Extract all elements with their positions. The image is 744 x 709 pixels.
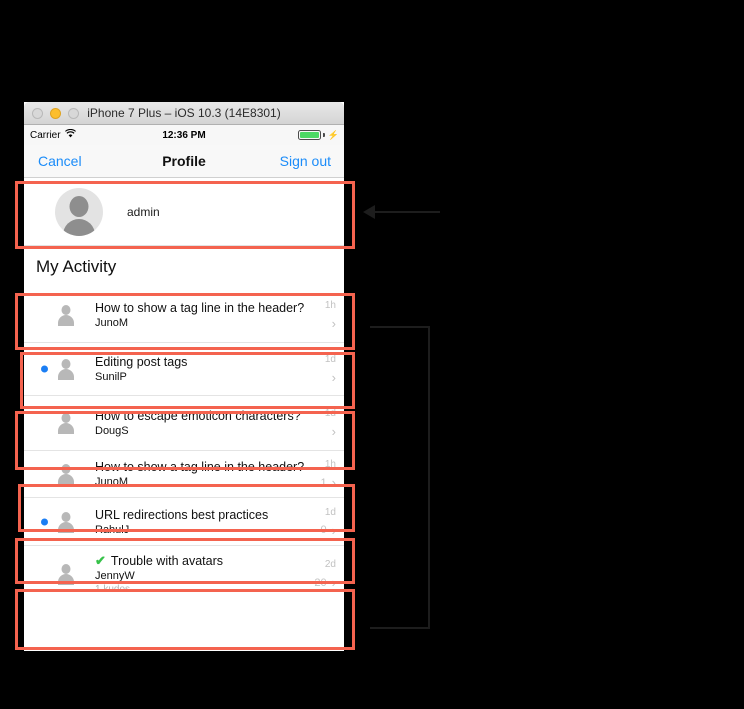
activity-timestamp: 1d	[324, 354, 336, 365]
activity-title: URL redirections best practices	[95, 507, 269, 522]
ios-simulator-window: iPhone 7 Plus – iOS 10.3 (14E8301) Carri…	[24, 102, 344, 651]
activity-timestamp: 1h	[324, 459, 336, 470]
activity-author: JennyW	[95, 569, 135, 582]
status-bar-clock: 12:36 PM	[162, 129, 206, 141]
window-titlebar: iPhone 7 Plus – iOS 10.3 (14E8301)	[24, 102, 344, 125]
callout-arrow-profile	[363, 205, 375, 219]
profile-screen-content: admin My Activity How to show a tag line…	[24, 178, 344, 651]
battery-icon	[298, 130, 322, 140]
callout-bracket-side	[428, 326, 430, 629]
charging-bolt-icon: ⚡	[327, 129, 339, 140]
callout-bracket-bottom	[370, 627, 430, 629]
chevron-right-icon: ›	[331, 475, 336, 490]
activity-author: JunoM	[95, 476, 129, 488]
unread-indicator-dot	[41, 365, 48, 373]
chevron-right-icon: ›	[331, 424, 336, 439]
activity-author: RahulJ	[95, 523, 130, 536]
chevron-right-icon: ›	[331, 370, 336, 385]
screenshot-canvas: iPhone 7 Plus – iOS 10.3 (14E8301) Carri…	[0, 0, 744, 709]
section-header-my-activity: My Activity	[24, 246, 344, 288]
user-avatar-icon	[55, 412, 77, 434]
solved-check-icon: ✔	[95, 553, 106, 568]
section-heading-label: My Activity	[36, 257, 117, 276]
activity-row[interactable]: URL redirections best practices RahulJ 1…	[24, 498, 344, 546]
activity-author: DougS	[95, 425, 129, 437]
activity-kudos: 1 kudos	[95, 583, 131, 595]
activity-title: Trouble with avatars	[110, 553, 223, 568]
activity-row[interactable]: How to show a tag line in the header? Ju…	[24, 288, 344, 343]
user-avatar-icon	[55, 463, 77, 485]
user-avatar-icon	[55, 187, 103, 236]
activity-author: SunilP	[95, 371, 127, 383]
zoom-button[interactable]	[68, 107, 79, 119]
activity-row[interactable]: How to show a tag line in the header? Ju…	[24, 451, 344, 498]
user-avatar-icon	[55, 358, 77, 380]
activity-row[interactable]: Editing post tags SunilP 1d ›	[24, 343, 344, 396]
profile-cell[interactable]: admin	[24, 178, 344, 246]
close-button[interactable]	[32, 107, 43, 119]
callout-line-profile	[375, 211, 440, 213]
user-avatar-icon	[55, 511, 77, 533]
user-avatar-icon	[55, 304, 77, 326]
unread-indicator-dot	[41, 518, 48, 525]
callout-bracket-top	[370, 326, 430, 328]
activity-reply-count: 1	[320, 476, 327, 489]
activity-title: Editing post tags	[95, 355, 188, 369]
navigation-bar: Cancel Profile Sign out	[24, 145, 344, 178]
activity-reply-count: 0	[320, 524, 327, 536]
minimize-button[interactable]	[50, 107, 61, 119]
activity-row[interactable]: ✔ Trouble with avatars JennyW 1 kudos 2d…	[24, 546, 344, 602]
activity-title: How to show a tag line in the header?	[95, 301, 305, 315]
activity-reply-count: 20	[314, 576, 327, 589]
window-traffic-lights	[32, 107, 79, 119]
activity-title: How to show a tag line in the header?	[95, 460, 305, 474]
battery-nub-icon	[323, 133, 325, 137]
chevron-right-icon: ›	[331, 316, 336, 331]
chevron-right-icon: ›	[331, 522, 336, 538]
user-avatar-icon	[55, 563, 77, 585]
profile-username: admin	[127, 204, 160, 219]
activity-timestamp: 2d	[324, 559, 336, 570]
chevron-right-icon: ›	[331, 575, 336, 590]
activity-timestamp: 1d	[324, 506, 336, 518]
activity-author: JunoM	[95, 317, 129, 329]
ios-status-bar: Carrier 12:36 PM ⚡	[24, 125, 344, 145]
activity-timestamp: 1d	[324, 408, 336, 419]
sign-out-button[interactable]: Sign out	[280, 153, 331, 169]
activity-timestamp: 1h	[324, 300, 336, 311]
activity-row[interactable]: How to escape emoticon characters? DougS…	[24, 396, 344, 451]
activity-title: How to escape emoticon characters?	[95, 409, 301, 423]
status-bar-right: ⚡	[298, 130, 339, 140]
